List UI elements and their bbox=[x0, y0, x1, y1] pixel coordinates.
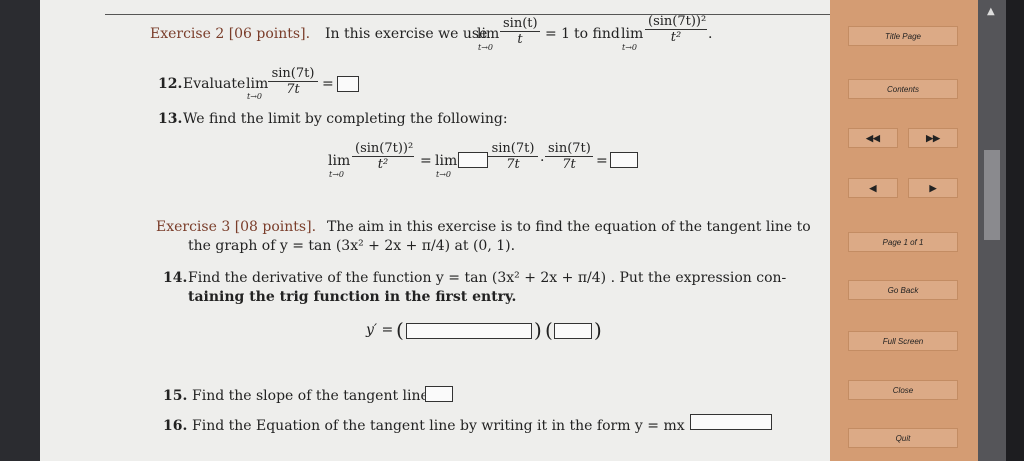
q16-label: 16. bbox=[163, 418, 188, 434]
prev-page-button[interactable]: ◀ bbox=[848, 178, 898, 198]
q13-label: 13. bbox=[158, 111, 183, 127]
fraction-denominator: t² bbox=[670, 30, 682, 45]
q16-text: Find the Equation of the tangent line by… bbox=[192, 418, 719, 434]
q12-fraction: sin(7t) 7t bbox=[268, 66, 318, 97]
quit-button[interactable]: Quit bbox=[848, 428, 958, 448]
q14-label: 14. bbox=[163, 270, 188, 286]
fraction-numerator: sin(7t) bbox=[545, 141, 593, 157]
left-margin bbox=[0, 0, 40, 461]
sin-t-fraction: sin(t) t bbox=[500, 16, 540, 47]
q13-lim: lim bbox=[328, 153, 351, 169]
lim-subscript-2: t→0 bbox=[622, 43, 638, 52]
last-page-button[interactable]: ▶▶ bbox=[908, 128, 958, 148]
q13-fraction-2: sin(7t) 7t bbox=[488, 141, 538, 172]
q13-fraction-1: (sin(7t))² t² bbox=[352, 141, 414, 172]
lim-subscript: t→0 bbox=[478, 43, 494, 52]
page-indicator: Page 1 of 1 bbox=[848, 232, 958, 252]
q12-text: Evaluate bbox=[183, 76, 246, 92]
q14-factor-input[interactable] bbox=[554, 323, 592, 339]
fraction-numerator: sin(7t) bbox=[268, 66, 318, 82]
header-rule bbox=[105, 14, 934, 15]
q14-line-2: taining the trig function in the first e… bbox=[188, 289, 517, 305]
q12-answer-input[interactable] bbox=[337, 76, 359, 92]
q14-trig-input[interactable] bbox=[406, 323, 532, 339]
period: . bbox=[708, 26, 713, 42]
first-page-button[interactable]: ◀◀ bbox=[848, 128, 898, 148]
q16-answer-input[interactable] bbox=[690, 414, 772, 430]
exercise-2-intro: In this exercise we use bbox=[325, 26, 488, 42]
fraction-numerator: (sin(7t))² bbox=[352, 141, 414, 157]
q13-blank-input[interactable] bbox=[458, 152, 488, 168]
q13-lim-subscript: t→0 bbox=[329, 170, 345, 179]
exercise-3-line-1: The aim in this exercise is to find the … bbox=[327, 219, 811, 235]
y-prime-label: y′ = bbox=[366, 322, 394, 338]
scrollbar-thumb[interactable] bbox=[984, 150, 1000, 240]
navigation-panel: Title Page Contents ◀◀ ▶▶ ◀ ▶ Page 1 of … bbox=[830, 0, 978, 461]
contents-button[interactable]: Contents bbox=[848, 79, 958, 99]
lim-text: lim bbox=[477, 26, 500, 42]
fraction-denominator: 7t bbox=[562, 157, 576, 172]
title-page-button[interactable]: Title Page bbox=[848, 26, 958, 46]
close-button[interactable]: Close bbox=[848, 380, 958, 400]
q13-lim-2: lim bbox=[435, 153, 458, 169]
q13-text: We find the limit by completing the foll… bbox=[183, 111, 508, 127]
target-fraction: (sin(7t))² t² bbox=[645, 14, 707, 45]
open-paren-2: ( bbox=[545, 318, 553, 342]
q14-line-1: Find the derivative of the function y = … bbox=[188, 270, 787, 286]
q13-fraction-3: sin(7t) 7t bbox=[545, 141, 593, 172]
fraction-denominator: t bbox=[517, 32, 523, 47]
q12-equals: = bbox=[322, 76, 334, 92]
scroll-up-icon[interactable]: ▲ bbox=[987, 6, 995, 17]
vertical-scrollbar[interactable]: ▲ bbox=[978, 0, 1006, 461]
q15-text: Find the slope of the tangent line. bbox=[192, 388, 434, 404]
close-paren-1: ) bbox=[534, 318, 542, 342]
to-find-text: to find bbox=[574, 26, 620, 42]
go-back-button[interactable]: Go Back bbox=[848, 280, 958, 300]
equals-one: = 1 bbox=[545, 26, 571, 42]
fraction-numerator: (sin(7t))² bbox=[645, 14, 707, 30]
fraction-denominator: t² bbox=[377, 157, 389, 172]
exercise-3-title: Exercise 3 [08 points]. bbox=[156, 219, 317, 235]
open-paren-1: ( bbox=[396, 318, 404, 342]
q13-equals-2: = bbox=[596, 153, 608, 169]
fraction-denominator: 7t bbox=[506, 157, 520, 172]
q15-label: 15. bbox=[163, 388, 188, 404]
q12-lim-subscript: t→0 bbox=[247, 92, 263, 101]
next-page-button[interactable]: ▶ bbox=[908, 178, 958, 198]
q13-lim-subscript-2: t→0 bbox=[436, 170, 452, 179]
lim-text-2: lim bbox=[621, 26, 644, 42]
fraction-numerator: sin(7t) bbox=[488, 141, 538, 157]
close-paren-2: ) bbox=[594, 318, 602, 342]
window-edge bbox=[1006, 0, 1024, 461]
q13-answer-input[interactable] bbox=[610, 152, 638, 168]
exercise-2-title: Exercise 2 [06 points]. bbox=[150, 26, 311, 42]
fraction-denominator: 7t bbox=[286, 82, 300, 97]
q13-dot: · bbox=[540, 153, 545, 169]
exercise-3-line-2: the graph of y = tan (3x² + 2x + π/4) at… bbox=[188, 238, 516, 254]
q15-answer-input[interactable] bbox=[425, 386, 453, 402]
q13-equals-1: = bbox=[420, 153, 432, 169]
full-screen-button[interactable]: Full Screen bbox=[848, 331, 958, 351]
fraction-numerator: sin(t) bbox=[500, 16, 540, 32]
q12-label: 12. bbox=[158, 76, 183, 92]
q12-lim: lim bbox=[246, 76, 269, 92]
